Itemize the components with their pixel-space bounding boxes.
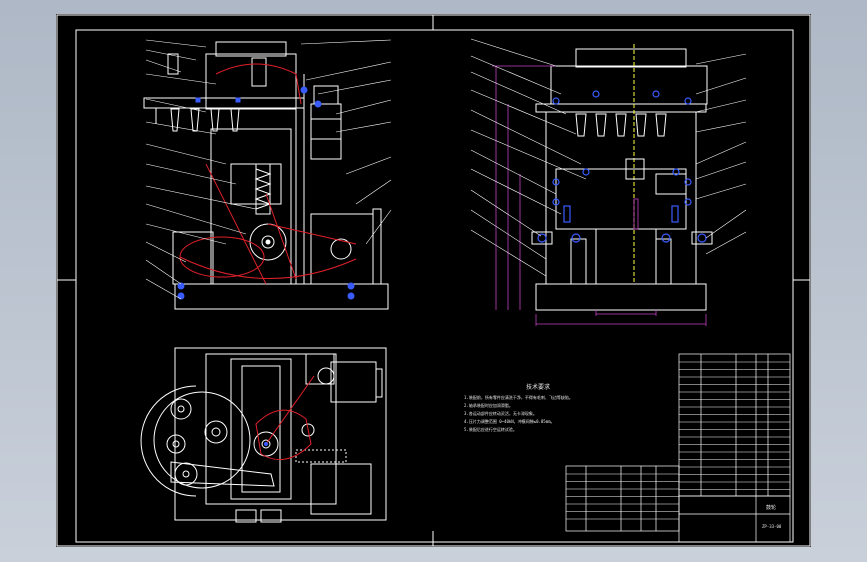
drawing-number: ZP-33-00 (762, 524, 782, 529)
assembly-drawing: 技术要求 1.装配前，所有零件应清洗干净，不得有毛刺、飞边等缺陷。 2.轴承装配… (56, 14, 811, 547)
note-line: 3.各运动部件应转动灵活，无卡滞现象。 (464, 410, 537, 416)
note-line: 5.装配后应进行空运转试验。 (464, 426, 517, 432)
section-view (531, 44, 713, 311)
notes-title: 技术要求 (526, 383, 550, 391)
front-gear-motor (310, 213, 374, 285)
front-motor (310, 103, 342, 160)
top-motor (330, 361, 377, 403)
cad-drawing-sheet: 技术要求 1.装配前，所有零件应清洗干净，不得有毛刺、飞边等缺陷。 2.轴承装配… (56, 14, 811, 547)
top-view (140, 347, 387, 523)
title-block (678, 495, 791, 543)
parts-list-lower (565, 465, 680, 532)
note-line: 2.轴承装配时应加润滑脂。 (464, 402, 513, 408)
title-block-name: 鼓轮 (766, 504, 776, 511)
note-line: 4.压片力调整范围 0~40kN，冲模间隙≤0.05mm。 (464, 418, 555, 424)
front-base (174, 283, 389, 310)
notes-list: 1.装配前，所有零件应清洗干净，不得有毛刺、飞边等缺陷。 2.轴承装配时应加润滑… (464, 394, 573, 432)
front-turret (143, 97, 305, 109)
top-fasteners (264, 442, 268, 446)
section-base (535, 283, 707, 311)
center-marks (57, 15, 810, 546)
section-dimensions (492, 65, 707, 326)
top-belt (255, 375, 315, 461)
note-line: 1.装配前，所有零件应清洗干净，不得有毛刺、飞边等缺陷。 (464, 394, 573, 400)
outer-border (56, 14, 811, 547)
front-view (143, 41, 389, 310)
